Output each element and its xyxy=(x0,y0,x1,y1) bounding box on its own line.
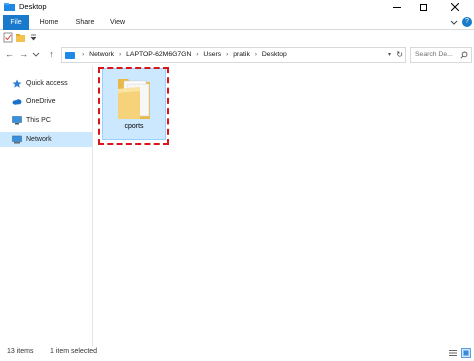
search-placeholder: Search De... xyxy=(415,51,453,58)
file-item-cports[interactable]: cports xyxy=(102,68,166,140)
breadcrumb-computer[interactable]: LAPTOP-62M6G7GN xyxy=(126,51,191,58)
window-title: Desktop xyxy=(19,2,47,11)
quick-access-toolbar xyxy=(0,31,474,45)
search-icon xyxy=(460,51,468,59)
breadcrumb-separator[interactable]: › xyxy=(119,51,121,58)
tab-file[interactable]: File xyxy=(3,15,29,30)
breadcrumb-network[interactable]: Network xyxy=(89,51,114,58)
close-icon xyxy=(451,3,459,11)
status-bar: 13 items 1 item selected xyxy=(0,346,474,361)
tab-view[interactable]: View xyxy=(105,15,130,30)
sidebar-item-label: This PC xyxy=(26,117,51,124)
breadcrumb-separator[interactable]: › xyxy=(196,51,198,58)
network-icon xyxy=(65,52,75,59)
up-button[interactable]: ↑ xyxy=(46,49,57,60)
item-count: 13 items xyxy=(7,348,34,355)
help-button[interactable]: ? xyxy=(462,17,472,27)
forward-button[interactable]: → xyxy=(18,49,29,60)
breadcrumb-separator[interactable]: › xyxy=(226,51,228,58)
sidebar-item-label: Network xyxy=(26,136,52,143)
file-name: cports xyxy=(124,123,144,130)
cloud-icon xyxy=(12,99,22,105)
folder-icon xyxy=(118,79,150,119)
recent-locations-icon[interactable] xyxy=(32,49,40,60)
minimize-icon xyxy=(393,6,401,8)
breadcrumb-separator[interactable]: › xyxy=(255,51,257,58)
breadcrumb-users[interactable]: Users xyxy=(203,51,221,58)
folder-icon xyxy=(4,3,15,11)
file-list: cports xyxy=(94,66,474,346)
back-button[interactable]: ← xyxy=(4,49,15,60)
sidebar-item-label: OneDrive xyxy=(26,98,56,105)
selection-count: 1 item selected xyxy=(50,348,98,355)
breadcrumb-user[interactable]: pratik xyxy=(233,51,250,58)
sidebar-item-label: Quick access xyxy=(26,80,68,87)
navigation-bar: ← → ↑ › Network › LAPTOP-62M6G7GN › User… xyxy=(0,45,474,65)
chevron-down-icon[interactable] xyxy=(449,18,459,27)
properties-icon[interactable] xyxy=(3,32,14,43)
sidebar-item-network[interactable]: Network xyxy=(0,132,92,147)
customize-toolbar-icon[interactable] xyxy=(28,32,39,43)
minimize-button[interactable] xyxy=(384,0,410,14)
address-dropdown-icon[interactable]: ▾ xyxy=(388,48,391,62)
breadcrumb-desktop[interactable]: Desktop xyxy=(262,51,287,58)
large-icons-view-icon[interactable] xyxy=(461,348,471,358)
navigation-pane: Quick access OneDrive This PC Network xyxy=(0,66,93,346)
title-bar: Desktop xyxy=(0,0,474,14)
new-folder-icon[interactable] xyxy=(15,32,26,43)
close-button[interactable] xyxy=(436,0,474,14)
network-icon xyxy=(12,135,22,144)
sidebar-item-onedrive[interactable]: OneDrive xyxy=(0,94,92,109)
address-bar[interactable]: › Network › LAPTOP-62M6G7GN › Users › pr… xyxy=(61,47,406,63)
sidebar-item-this-pc[interactable]: This PC xyxy=(0,113,92,128)
breadcrumb: › Network › LAPTOP-62M6G7GN › Users › pr… xyxy=(79,48,287,62)
tab-home[interactable]: Home xyxy=(35,15,63,30)
refresh-icon[interactable]: ↻ xyxy=(396,48,403,62)
ribbon: File Home Share View ? xyxy=(0,15,474,30)
details-view-icon[interactable] xyxy=(448,348,458,358)
maximize-button[interactable] xyxy=(410,0,436,14)
sidebar-item-quick-access[interactable]: Quick access xyxy=(0,76,92,91)
search-input[interactable]: Search De... xyxy=(410,47,472,63)
star-icon xyxy=(12,79,22,88)
breadcrumb-separator[interactable]: › xyxy=(82,51,84,58)
tab-share[interactable]: Share xyxy=(70,15,100,30)
computer-icon xyxy=(12,116,22,125)
maximize-icon xyxy=(419,3,427,11)
